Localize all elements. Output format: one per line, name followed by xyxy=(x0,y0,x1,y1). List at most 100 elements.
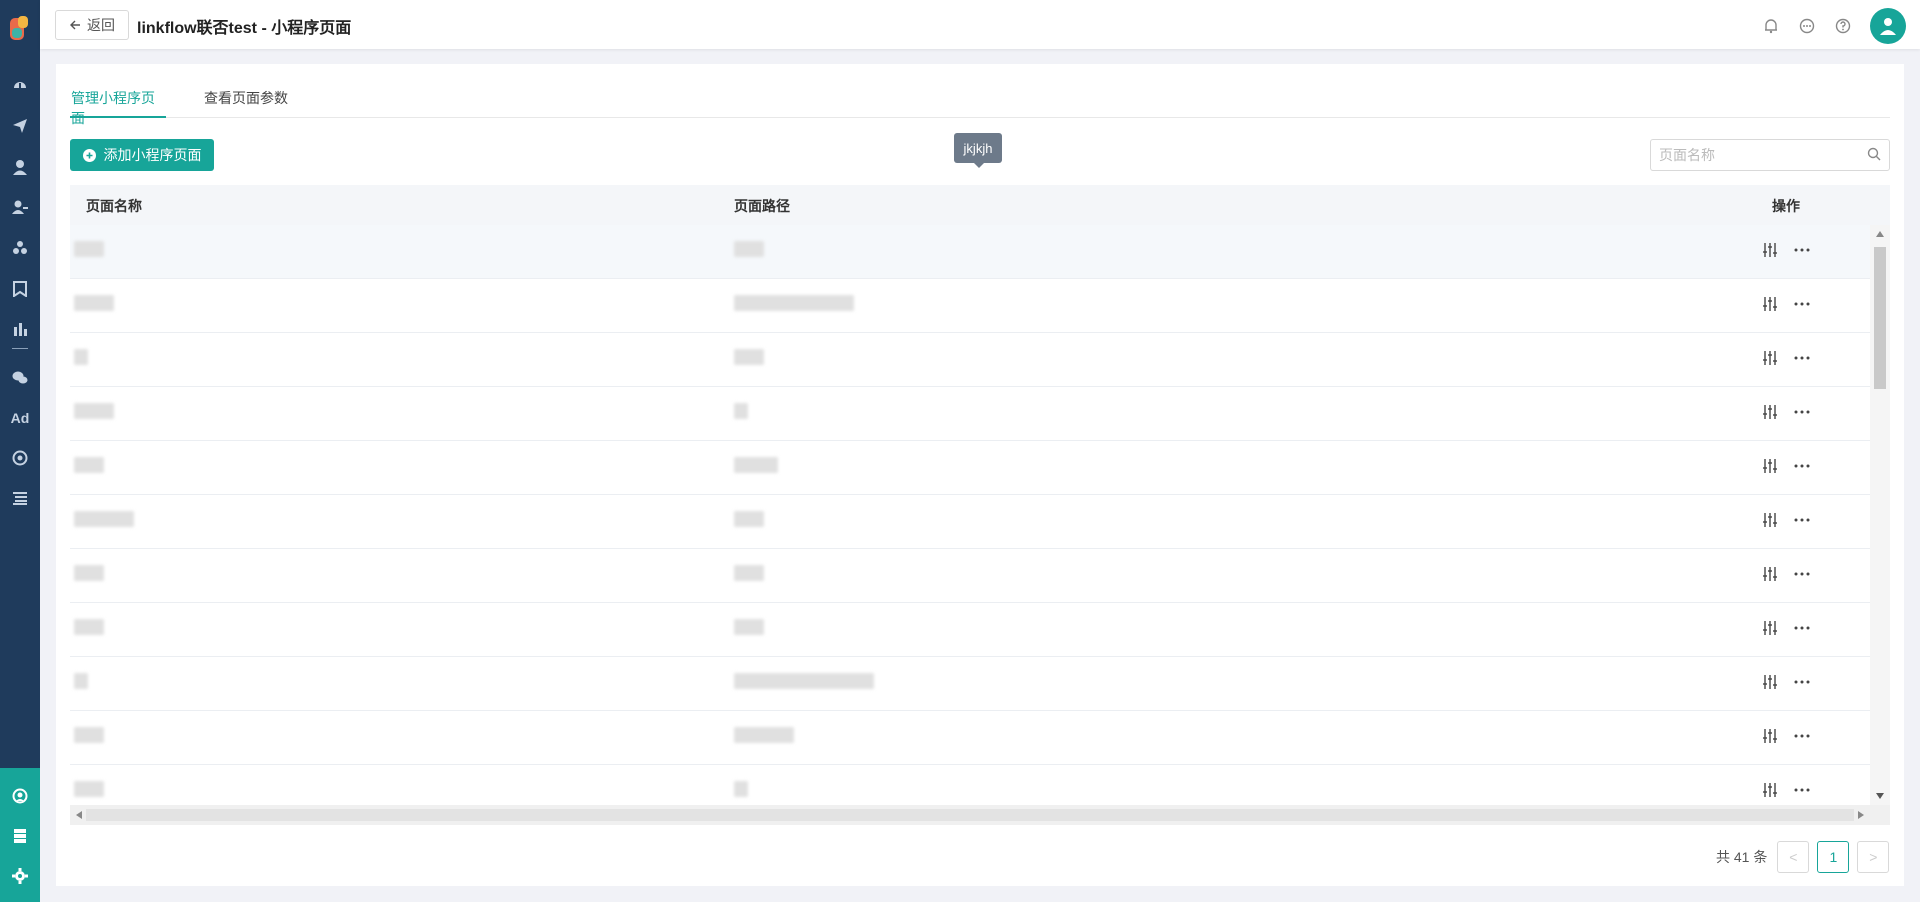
top-header: 返回 linkflow联否test - 小程序页面 xyxy=(40,0,1920,49)
support-icon[interactable] xyxy=(0,782,40,810)
table-body xyxy=(70,225,1870,805)
next-page-button[interactable]: > xyxy=(1857,841,1890,873)
adjust-icon[interactable] xyxy=(1762,403,1778,421)
row-actions xyxy=(1762,511,1810,529)
plus-circle-icon xyxy=(82,148,96,162)
more-icon[interactable] xyxy=(1794,295,1810,313)
adjust-icon[interactable] xyxy=(1762,349,1778,367)
search-input[interactable] xyxy=(1651,140,1851,170)
row-actions xyxy=(1762,241,1810,259)
add-page-label: 添加小程序页面 xyxy=(103,147,202,163)
pages-table: 页面名称 页面路径 操作 xyxy=(70,185,1890,825)
page-name-cell xyxy=(74,727,104,749)
total-count: 共 41 条 xyxy=(1716,849,1768,865)
tooltip: jkjkjh xyxy=(954,133,1002,168)
row-actions xyxy=(1762,727,1810,745)
row-actions xyxy=(1762,295,1810,313)
help-icon[interactable] xyxy=(1834,17,1852,35)
search-box xyxy=(1650,139,1890,171)
more-icon[interactable] xyxy=(1794,349,1810,367)
adjust-icon[interactable] xyxy=(1762,511,1778,529)
logo-icon xyxy=(10,16,28,40)
more-icon[interactable] xyxy=(1794,781,1810,799)
ad-icon[interactable]: Ad xyxy=(0,404,40,432)
adjust-icon[interactable] xyxy=(1762,457,1778,475)
target-icon[interactable] xyxy=(0,444,40,472)
row-actions xyxy=(1762,781,1810,799)
tab-view-params[interactable]: 查看页面参数 xyxy=(204,88,288,118)
page-path-cell xyxy=(734,619,764,641)
vertical-scrollbar[interactable] xyxy=(1870,225,1890,805)
scroll-right-icon[interactable] xyxy=(1858,811,1864,819)
back-button[interactable]: 返回 xyxy=(55,10,129,40)
scroll-thumb[interactable] xyxy=(1874,247,1886,389)
more-icon[interactable] xyxy=(1794,457,1810,475)
adjust-icon[interactable] xyxy=(1762,781,1778,799)
table-row xyxy=(70,711,1870,765)
row-actions xyxy=(1762,565,1810,583)
scroll-left-icon[interactable] xyxy=(76,811,82,819)
horizontal-scrollbar[interactable] xyxy=(70,805,1890,825)
page-number-button[interactable]: 1 xyxy=(1817,841,1850,873)
add-page-button[interactable]: 添加小程序页面 xyxy=(70,139,214,171)
column-header-path: 页面路径 xyxy=(734,198,790,214)
page-path-cell xyxy=(734,403,748,425)
users-icon[interactable] xyxy=(0,193,40,221)
bookmark-icon[interactable] xyxy=(0,275,40,303)
scroll-up-icon[interactable] xyxy=(1876,231,1884,237)
page-name-cell xyxy=(74,295,114,317)
page-name-cell xyxy=(74,781,104,803)
table-row xyxy=(70,549,1870,603)
send-icon[interactable] xyxy=(0,112,40,140)
tab-manage-pages[interactable]: 管理小程序页面 xyxy=(70,88,166,126)
adjust-icon[interactable] xyxy=(1762,565,1778,583)
search-icon[interactable] xyxy=(1867,147,1881,161)
table-row xyxy=(70,387,1870,441)
page-name-cell xyxy=(74,403,114,425)
page-path-cell xyxy=(734,295,854,317)
tab-bar: 管理小程序页面 查看页面参数 xyxy=(70,88,1890,126)
more-icon[interactable] xyxy=(1794,241,1810,259)
segments-icon[interactable] xyxy=(0,234,40,262)
sidebar: Ad xyxy=(0,0,40,902)
scroll-down-icon[interactable] xyxy=(1876,793,1884,799)
page-name-cell xyxy=(74,241,104,263)
avatar[interactable] xyxy=(1870,8,1906,44)
list-icon[interactable] xyxy=(0,484,40,512)
sidebar-divider xyxy=(12,348,28,349)
bell-icon[interactable] xyxy=(1762,17,1780,35)
table-header: 页面名称 页面路径 操作 xyxy=(70,185,1890,225)
more-icon[interactable] xyxy=(1794,511,1810,529)
user-icon[interactable] xyxy=(0,153,40,181)
table-row xyxy=(70,279,1870,333)
server-icon[interactable] xyxy=(0,822,40,850)
adjust-icon[interactable] xyxy=(1762,241,1778,259)
header-actions xyxy=(1762,8,1906,44)
scroll-thumb-horizontal[interactable] xyxy=(86,809,1854,821)
pagination: 共 41 条 < 1 > xyxy=(1716,841,1890,873)
page-path-cell xyxy=(734,511,764,533)
table-row xyxy=(70,225,1870,279)
page-path-cell xyxy=(734,349,764,371)
page-name-cell xyxy=(74,619,104,641)
wechat-icon[interactable] xyxy=(0,364,40,392)
prev-page-button[interactable]: < xyxy=(1777,841,1810,873)
page-path-cell xyxy=(734,241,764,263)
more-icon[interactable] xyxy=(1794,673,1810,691)
row-actions xyxy=(1762,457,1810,475)
page-name-cell xyxy=(74,349,88,371)
more-icon[interactable] xyxy=(1794,565,1810,583)
adjust-icon[interactable] xyxy=(1762,673,1778,691)
adjust-icon[interactable] xyxy=(1762,295,1778,313)
adjust-icon[interactable] xyxy=(1762,727,1778,745)
more-icon[interactable] xyxy=(1794,403,1810,421)
bar-chart-icon[interactable] xyxy=(0,315,40,343)
message-icon[interactable] xyxy=(1798,17,1816,35)
page-path-cell xyxy=(734,457,778,479)
more-icon[interactable] xyxy=(1794,619,1810,637)
more-icon[interactable] xyxy=(1794,727,1810,745)
adjust-icon[interactable] xyxy=(1762,619,1778,637)
settings-icon[interactable] xyxy=(0,862,40,890)
main-card: 管理小程序页面 查看页面参数 添加小程序页面 页面名称 页面路径 操作 共 41… xyxy=(56,64,1904,886)
dashboard-icon[interactable] xyxy=(0,71,40,99)
